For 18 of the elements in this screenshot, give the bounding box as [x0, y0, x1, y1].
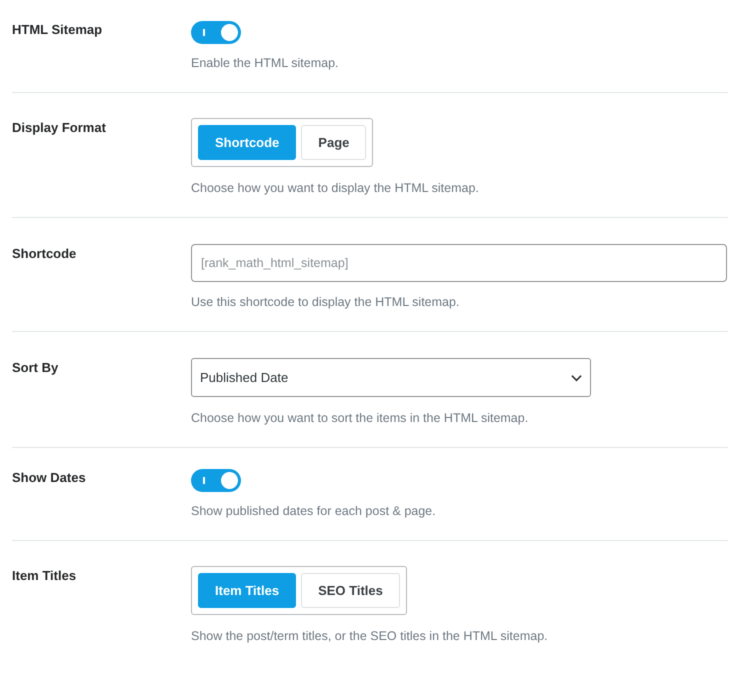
setting-description: Choose how you want to sort the items in the HTML sitemap. [191, 411, 528, 425]
setting-description: Use this shortcode to display the HTML sitemap. [191, 295, 460, 309]
setting-description: Show published dates for each post & page. [191, 504, 436, 518]
setting-description: Choose how you want to display the HTML sitemap. [191, 181, 479, 195]
setting-description: Show the post/term titles, or the SEO titles in the HTML sitemap. [191, 629, 548, 643]
toggle-switch[interactable] [191, 21, 241, 44]
toggle-switch[interactable] [191, 469, 241, 492]
setting-label: Display Format [12, 119, 107, 137]
setting-label: HTML Sitemap [12, 21, 104, 39]
setting-label: Show Dates [12, 469, 87, 487]
setting-label: Item Titles [12, 567, 78, 585]
option-button[interactable]: Page [301, 125, 366, 160]
chevron-down-icon [571, 374, 582, 382]
option-button[interactable]: SEO Titles [301, 573, 400, 608]
setting-label: Sort By [12, 359, 60, 377]
setting-description: Enable the HTML sitemap. [191, 56, 339, 70]
sort-dropdown[interactable]: Published Date [191, 358, 591, 397]
setting-label: Shortcode [12, 245, 78, 263]
